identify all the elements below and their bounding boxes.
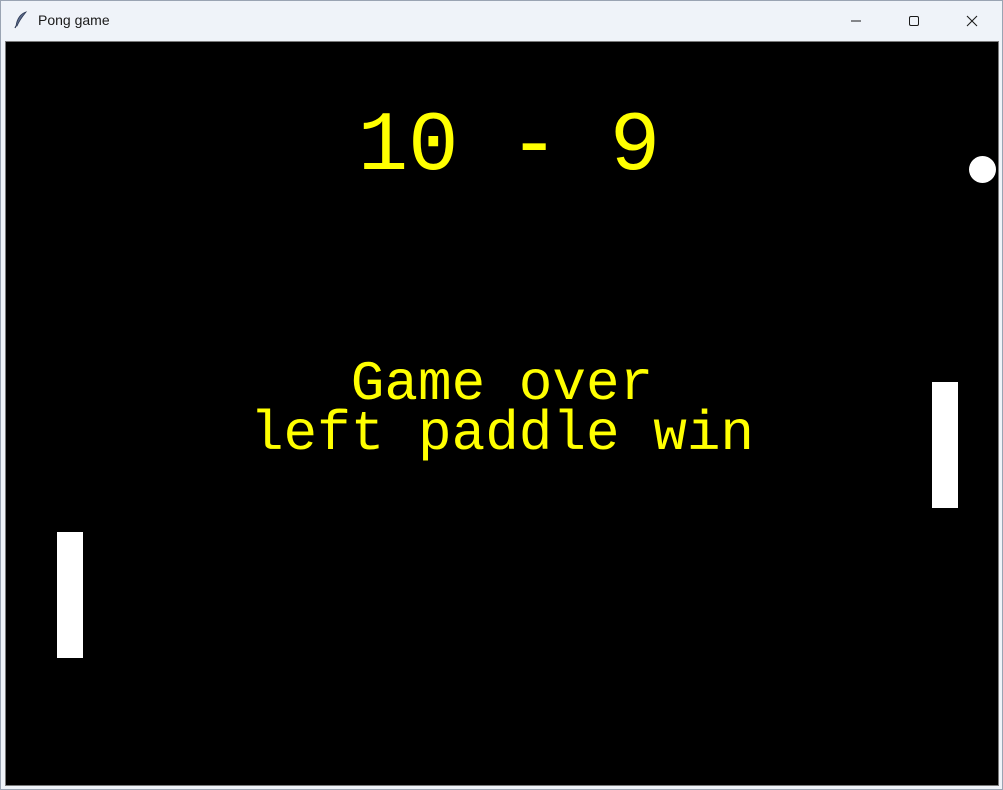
app-window: Pong game 10 - 9 Game over left paddle w… [0,0,1003,790]
window-title: Pong game [38,12,110,28]
maximize-icon [908,15,920,27]
feather-icon [13,11,29,29]
close-button[interactable] [943,1,1001,40]
winner-text: left paddle win [249,402,755,466]
game-canvas[interactable]: 10 - 9 Game over left paddle win [5,41,999,786]
minimize-button[interactable] [827,1,885,40]
maximize-button[interactable] [885,1,943,40]
game-over-message: Game over left paddle win [6,356,998,466]
minimize-icon [850,15,862,27]
left-paddle [57,532,83,658]
right-paddle [932,382,958,508]
score-display: 10 - 9 [357,100,661,195]
close-icon [966,15,978,27]
title-bar[interactable]: Pong game [1,1,1002,40]
ball [969,156,996,183]
